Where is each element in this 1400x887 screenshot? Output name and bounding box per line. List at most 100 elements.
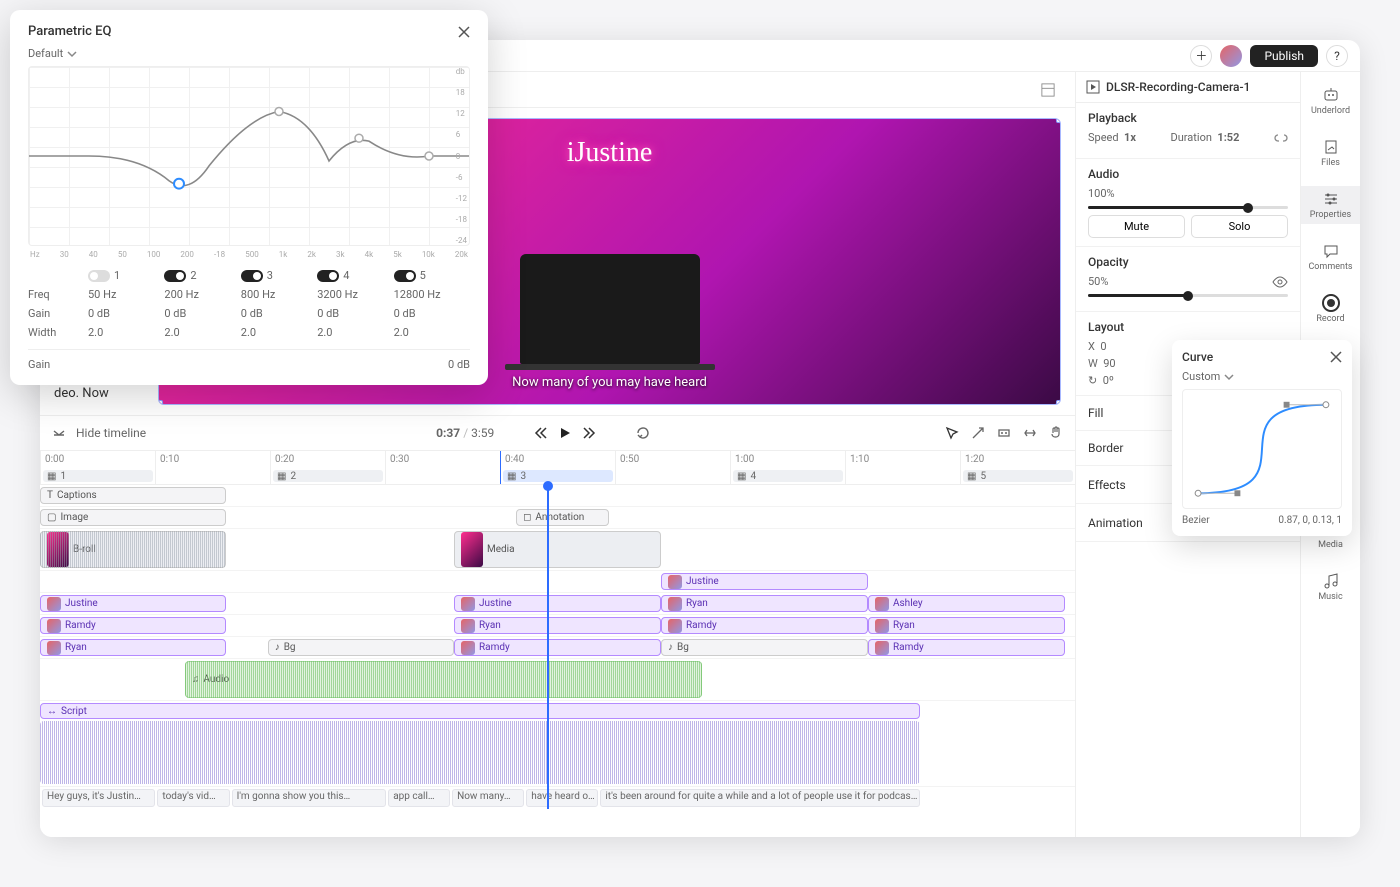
band-freq[interactable]: 50 Hz (88, 288, 164, 301)
speaker-clip[interactable]: Ryan (868, 617, 1065, 634)
rail-files[interactable]: Files (1301, 134, 1360, 172)
solo-button[interactable]: Solo (1191, 215, 1288, 238)
duration-value[interactable]: 1:52 (1217, 131, 1239, 144)
rail-properties[interactable]: Properties (1301, 186, 1360, 224)
audio-slider[interactable] (1088, 206, 1288, 209)
curve-preset-dropdown[interactable]: Custom (1182, 370, 1342, 383)
band-freq[interactable]: 12800 Hz (394, 288, 470, 301)
layout-rot[interactable]: 0º (1103, 374, 1114, 387)
eq-preset-dropdown[interactable]: Default (28, 47, 470, 60)
curve-graph[interactable] (1182, 389, 1342, 509)
band-gain[interactable]: 0 dB (88, 307, 164, 320)
inspector-source[interactable]: DLSR-Recording-Camera-1 (1076, 72, 1300, 103)
transcript-seg[interactable]: app call… (388, 789, 450, 807)
band-freq[interactable]: 200 Hz (164, 288, 240, 301)
band-width[interactable]: 2.0 (394, 326, 470, 339)
transcript-seg[interactable]: today's vid… (157, 789, 229, 807)
band-5-toggle[interactable]: 5 (394, 269, 470, 282)
mute-button[interactable]: Mute (1088, 215, 1185, 238)
layout-x[interactable]: 0 (1100, 340, 1106, 353)
hide-timeline-button[interactable]: Hide timeline (76, 426, 146, 440)
opacity-slider[interactable] (1088, 294, 1288, 297)
band-1-toggle[interactable]: 1 (88, 269, 164, 282)
skip-forward-icon[interactable] (582, 426, 596, 440)
band-gain[interactable]: 0 dB (241, 307, 317, 320)
play-icon[interactable] (558, 426, 572, 440)
collapse-icon[interactable] (52, 426, 66, 440)
transcript-seg[interactable]: Now many… (452, 789, 524, 807)
transcript-seg[interactable]: have heard o… (526, 789, 598, 807)
band-freq[interactable]: 3200 Hz (317, 288, 393, 301)
speaker-clip[interactable]: Ramdy (40, 617, 226, 634)
transcript-seg[interactable]: Hey guys, it's Justin… (42, 789, 155, 807)
image-clip[interactable]: ▢ Image (40, 509, 226, 526)
band-width[interactable]: 2.0 (241, 326, 317, 339)
speed-value[interactable]: 1x (1124, 131, 1136, 144)
eq-panel[interactable]: Parametric EQ Default db181260-6-12-18-2… (10, 10, 488, 385)
eq-graph[interactable]: db181260-6-12-18-24 (28, 66, 470, 246)
link-icon[interactable] (1274, 133, 1288, 143)
layout-button[interactable] (1033, 80, 1063, 100)
timeline[interactable]: 0:00▦1 0:10 0:20▦2 0:30 0:40▦3 0:50 1:00… (40, 451, 1075, 837)
band-4-toggle[interactable]: 4 (317, 269, 393, 282)
speaker-clip[interactable]: Ryan (661, 595, 868, 612)
resize-handle[interactable] (1056, 118, 1061, 123)
speaker-clip[interactable]: Ramdy (454, 639, 661, 656)
script-clip[interactable]: ↔ Script (40, 703, 920, 719)
speaker-clip[interactable]: Justine (40, 595, 226, 612)
speaker-clip[interactable]: Ryan (454, 617, 661, 634)
band-3-toggle[interactable]: 3 (241, 269, 317, 282)
scene-marker[interactable]: 2 (290, 471, 296, 482)
band-width[interactable]: 2.0 (164, 326, 240, 339)
trim-icon[interactable] (1023, 426, 1037, 440)
rail-comments[interactable]: Comments (1301, 238, 1360, 276)
speaker-clip[interactable]: Ashley (868, 595, 1065, 612)
band-gain[interactable]: 0 dB (164, 307, 240, 320)
pointer-icon[interactable] (945, 426, 959, 440)
curve-type[interactable]: Bezier (1182, 515, 1210, 526)
scene-marker[interactable]: 1 (60, 471, 66, 482)
rail-music[interactable]: Music (1301, 568, 1360, 606)
resize-handle[interactable] (1056, 400, 1061, 405)
master-gain-value[interactable]: 0 dB (448, 358, 470, 371)
band-width[interactable]: 2.0 (317, 326, 393, 339)
scene-marker[interactable]: 3 (520, 471, 526, 482)
media-clip[interactable]: Media (454, 531, 661, 568)
curve-panel[interactable]: Curve Custom Bezier 0.87, 0, 0.13, 1 (1172, 340, 1352, 536)
publish-button[interactable]: Publish (1250, 45, 1318, 67)
help-button[interactable]: ? (1326, 45, 1348, 67)
close-icon[interactable] (458, 26, 470, 38)
band-width[interactable]: 2.0 (88, 326, 164, 339)
hand-icon[interactable] (1049, 426, 1063, 440)
captions-clip[interactable]: T Captions (40, 487, 226, 504)
timeline-ruler[interactable]: 0:00▦1 0:10 0:20▦2 0:30 0:40▦3 0:50 1:00… (40, 451, 1075, 485)
speaker-clip[interactable]: Ramdy (868, 639, 1065, 656)
playhead[interactable] (547, 485, 549, 809)
bg-clip[interactable]: ♪ Bg (661, 639, 868, 656)
band-2-toggle[interactable]: 2 (164, 269, 240, 282)
speaker-clip[interactable]: Ryan (40, 639, 226, 656)
loop-icon[interactable] (636, 426, 650, 440)
rail-underlord[interactable]: Underlord (1301, 82, 1360, 120)
bg-clip[interactable]: ♪ Bg (268, 639, 454, 656)
band-gain[interactable]: 0 dB (317, 307, 393, 320)
resize-handle[interactable] (158, 400, 163, 405)
skip-back-icon[interactable] (534, 426, 548, 440)
blade-icon[interactable] (971, 426, 985, 440)
speaker-clip[interactable]: Ramdy (661, 617, 868, 634)
speaker-clip[interactable]: Justine (661, 573, 868, 590)
layout-w[interactable]: 90 (1103, 357, 1115, 370)
scene-marker[interactable]: 5 (980, 471, 986, 482)
close-icon[interactable] (1330, 351, 1342, 363)
user-avatar[interactable] (1220, 45, 1242, 67)
speaker-clip[interactable]: Justine (454, 595, 661, 612)
add-button[interactable]: ＋ (1190, 45, 1212, 67)
transcript-seg[interactable]: it's been around for quite a while and a… (600, 789, 920, 807)
band-gain[interactable]: 0 dB (394, 307, 470, 320)
scene-marker[interactable]: 4 (750, 471, 756, 482)
annotation-clip[interactable]: ◻ Annotation (516, 509, 609, 526)
rail-media[interactable]: Media (1301, 536, 1360, 554)
range-icon[interactable] (997, 426, 1011, 440)
rail-record[interactable]: Record (1301, 290, 1360, 328)
band-freq[interactable]: 800 Hz (241, 288, 317, 301)
